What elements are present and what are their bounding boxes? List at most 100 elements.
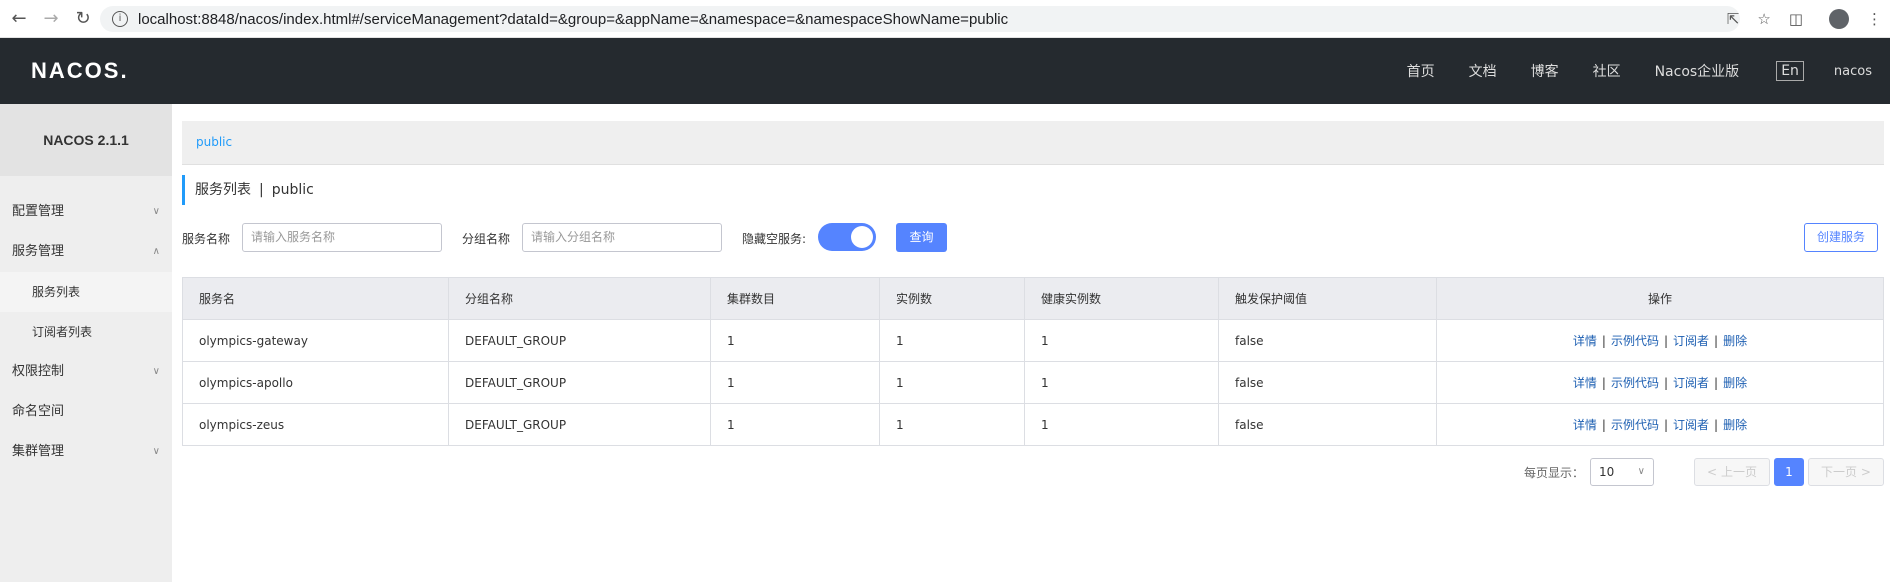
cell-operations: 详情 | 示例代码 | 订阅者 | 删除 [1436,361,1884,404]
sidebar-item-label: 命名空间 [12,404,65,419]
sample-code-link[interactable]: 示例代码 [1611,418,1659,432]
col-group-name: 分组名称 [448,277,711,320]
sidebar-item-auth[interactable]: 权限控制 ∨ [0,352,172,392]
op-separator: | [1601,334,1606,348]
sample-code-link[interactable]: 示例代码 [1611,376,1659,390]
share-icon[interactable]: ⇱ [1727,10,1740,28]
sidebar-item-config[interactable]: 配置管理 ∨ [0,192,172,232]
menu-icon[interactable]: ⋮ [1867,10,1882,28]
address-bar[interactable]: i localhost:8848/nacos/index.html#/servi… [100,6,1740,32]
col-cluster-count: 集群数目 [710,277,880,320]
cell-protect-threshold: false [1218,319,1437,362]
filter-bar: 服务名称 请输入服务名称 分组名称 请输入分组名称 隐藏空服务: 查询 创建服务 [182,223,1884,253]
cell-instance-count: 1 [879,319,1025,362]
browser-toolbar: ← → ↻ i localhost:8848/nacos/index.html#… [0,0,1890,38]
prev-page-button[interactable]: < 上一页 [1694,458,1770,486]
per-page-select[interactable]: 10 ∨ [1590,458,1654,486]
op-separator: | [1663,334,1669,348]
cell-group-name: DEFAULT_GROUP [448,319,711,362]
main-content: public 服务列表 | public 服务名称 请输入服务名称 分组名称 请输入… [182,104,1890,582]
top-nav: 首页 文档 博客 社区 Nacos企业版 En nacos [1390,38,1890,104]
nacos-logo[interactable]: NACOS. [31,58,129,84]
delete-link[interactable]: 删除 [1723,376,1747,390]
subscriber-link[interactable]: 订阅者 [1673,418,1709,432]
nav-enterprise[interactable]: Nacos企业版 [1655,61,1740,81]
sidebar-item-cluster[interactable]: 集群管理 ∨ [0,432,172,472]
page-title-separator: | [259,182,264,198]
nav-home[interactable]: 首页 [1407,61,1435,81]
namespace-link-public[interactable]: public [196,135,232,149]
sidebar-item-namespace[interactable]: 命名空间 [0,392,172,432]
nav-community[interactable]: 社区 [1593,61,1621,81]
user-menu[interactable]: nacos [1834,64,1872,79]
next-page-button[interactable]: 下一页 > [1808,458,1884,486]
cell-service-name: olympics-gateway [182,319,449,362]
query-button[interactable]: 查询 [896,223,947,252]
subscriber-link[interactable]: 订阅者 [1673,376,1709,390]
cell-protect-threshold: false [1218,361,1437,404]
namespace-bar: public [182,121,1884,165]
create-service-button[interactable]: 创建服务 [1804,223,1878,252]
chevron-up-icon: ∧ [152,246,160,257]
top-header: NACOS. 首页 文档 博客 社区 Nacos企业版 En nacos [0,38,1890,104]
forward-icon[interactable]: → [38,6,64,32]
page-title-namespace: public [271,182,314,198]
sample-code-link[interactable]: 示例代码 [1611,334,1659,348]
col-instance-count: 实例数 [879,277,1025,320]
hide-empty-toggle[interactable] [818,223,876,251]
col-protect-threshold: 触发保护阈值 [1218,277,1437,320]
cell-group-name: DEFAULT_GROUP [448,361,711,404]
op-separator: | [1663,376,1669,390]
cell-service-name: olympics-zeus [182,403,449,446]
op-separator: | [1663,418,1669,432]
table-row: olympics-gateway DEFAULT_GROUP 1 1 1 fal… [182,319,1884,362]
delete-link[interactable]: 删除 [1723,334,1747,348]
op-separator: | [1714,418,1719,432]
table-row: olympics-apollo DEFAULT_GROUP 1 1 1 fals… [182,361,1884,404]
col-service-name: 服务名 [182,277,449,320]
cell-healthy-count: 1 [1024,403,1219,446]
service-name-input[interactable]: 请输入服务名称 [242,223,442,252]
per-page-value: 10 [1599,465,1615,479]
cell-cluster-count: 1 [710,403,880,446]
detail-link[interactable]: 详情 [1573,376,1597,390]
cell-operations: 详情 | 示例代码 | 订阅者 | 删除 [1436,319,1884,362]
cell-cluster-count: 1 [710,319,880,362]
table-header-row: 服务名 分组名称 集群数目 实例数 健康实例数 触发保护阈值 操作 [182,277,1884,320]
next-page-label: 下一页 [1821,465,1858,479]
op-separator: | [1714,334,1719,348]
url-text: localhost:8848/nacos/index.html#/service… [138,10,1009,28]
detail-link[interactable]: 详情 [1573,418,1597,432]
language-button[interactable]: En [1776,61,1804,81]
page-number-current[interactable]: 1 [1774,458,1804,486]
cell-operations: 详情 | 示例代码 | 订阅者 | 删除 [1436,403,1884,446]
star-icon[interactable]: ☆ [1757,10,1770,28]
page-title: 服务列表 | public [182,175,314,205]
sidepanel-icon[interactable]: ◫ [1789,10,1803,28]
col-operations: 操作 [1436,277,1884,320]
col-healthy-count: 健康实例数 [1024,277,1219,320]
nav-blog[interactable]: 博客 [1531,61,1559,81]
cell-healthy-count: 1 [1024,319,1219,362]
service-name-label: 服务名称 [182,232,231,246]
chevron-left-icon: < [1707,465,1718,479]
profile-icon[interactable] [1829,9,1849,29]
sidebar-item-service-list[interactable]: 服务列表 [0,272,172,312]
sidebar-item-subscriber-list[interactable]: 订阅者列表 [0,312,172,352]
back-icon[interactable]: ← [6,6,32,32]
cell-service-name: olympics-apollo [182,361,449,404]
nav-docs[interactable]: 文档 [1469,61,1497,81]
cell-group-name: DEFAULT_GROUP [448,403,711,446]
reload-icon[interactable]: ↻ [70,6,96,32]
delete-link[interactable]: 删除 [1723,418,1747,432]
chevron-down-icon: ∨ [152,206,160,217]
cell-instance-count: 1 [879,361,1025,404]
group-name-input[interactable]: 请输入分组名称 [522,223,722,252]
pagination: 每页显示： 10 ∨ < 上一页 1 下一页 > [1524,458,1884,486]
op-separator: | [1714,376,1719,390]
site-info-icon[interactable]: i [112,11,128,27]
subscriber-link[interactable]: 订阅者 [1673,334,1709,348]
detail-link[interactable]: 详情 [1573,334,1597,348]
chevron-right-icon: > [1860,465,1871,479]
sidebar-item-service[interactable]: 服务管理 ∧ [0,232,172,272]
